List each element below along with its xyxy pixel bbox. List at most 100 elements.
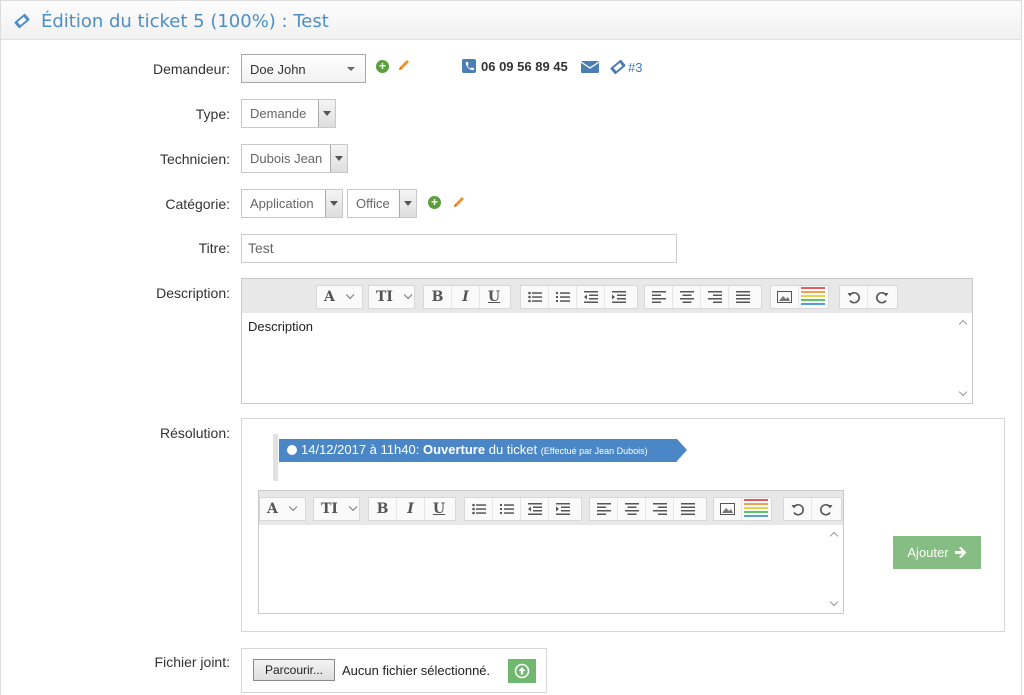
bold-button[interactable]: B bbox=[369, 498, 397, 520]
font-family-dropdown[interactable]: A bbox=[259, 497, 306, 521]
align-left-button[interactable] bbox=[590, 498, 618, 520]
upload-button[interactable] bbox=[508, 659, 536, 683]
add-categorie-button[interactable]: + bbox=[428, 196, 441, 209]
scroll-down-icon bbox=[958, 387, 968, 397]
add-demandeur-button[interactable]: + bbox=[376, 60, 389, 73]
undo-button[interactable] bbox=[784, 498, 812, 520]
italic-button[interactable]: I bbox=[397, 498, 425, 520]
bold-button[interactable]: B bbox=[424, 286, 452, 308]
chevron-down-icon bbox=[403, 290, 413, 300]
indent-icon bbox=[556, 503, 570, 515]
insert-image-button[interactable] bbox=[771, 286, 799, 308]
outdent-button[interactable] bbox=[577, 286, 605, 308]
font-family-dropdown[interactable]: A bbox=[316, 285, 363, 309]
chevron-down-icon bbox=[348, 502, 358, 512]
align-justify-icon bbox=[681, 503, 695, 515]
resolution-editor[interactable]: A TI B I U bbox=[258, 490, 844, 614]
categorie-select[interactable]: Application bbox=[241, 189, 343, 218]
edit-categorie-button[interactable] bbox=[452, 195, 466, 212]
align-right-button[interactable] bbox=[701, 286, 729, 308]
align-group bbox=[589, 497, 707, 521]
image-icon bbox=[777, 291, 792, 303]
label-type: Type: bbox=[195, 106, 230, 122]
history-group bbox=[783, 497, 842, 521]
file-status-text: Aucun fichier sélectionné. bbox=[342, 663, 491, 678]
upload-icon bbox=[514, 663, 530, 679]
font-icon: A bbox=[267, 501, 278, 517]
chevron-down-icon bbox=[347, 67, 355, 71]
description-text[interactable]: Description bbox=[242, 313, 956, 403]
technicien-select[interactable]: Dubois Jean bbox=[241, 144, 348, 173]
chevron-down-icon bbox=[399, 190, 416, 217]
event-action: Ouverture bbox=[422, 442, 486, 457]
font-size-icon: TI bbox=[376, 289, 393, 305]
ticket-icon bbox=[13, 13, 31, 32]
list-numbered-icon bbox=[499, 504, 514, 514]
align-right-button[interactable] bbox=[646, 498, 674, 520]
underline-button[interactable]: U bbox=[480, 286, 508, 308]
resolution-text[interactable] bbox=[259, 525, 827, 613]
align-justify-button[interactable] bbox=[729, 286, 757, 308]
list-numbered-button[interactable] bbox=[549, 286, 577, 308]
color-palette-icon bbox=[801, 287, 825, 305]
timeline-line bbox=[273, 434, 278, 481]
timeline-event: 14/12/2017 à 11h40: Ouverture du ticket … bbox=[279, 439, 687, 462]
underline-button[interactable]: U bbox=[425, 498, 453, 520]
text-color-button[interactable] bbox=[742, 498, 770, 520]
browse-file-button[interactable]: Parcourir... bbox=[253, 659, 335, 681]
demandeur-tickets-link[interactable]: #3 bbox=[628, 60, 642, 75]
list-numbered-button[interactable] bbox=[493, 498, 521, 520]
align-right-icon bbox=[707, 291, 722, 303]
demandeur-value: Doe John bbox=[250, 62, 306, 77]
redo-button[interactable] bbox=[868, 286, 896, 308]
color-palette-icon bbox=[744, 499, 768, 517]
description-scrollbar[interactable] bbox=[956, 313, 972, 403]
add-resolution-button[interactable]: Ajouter bbox=[893, 536, 981, 569]
align-center-button[interactable] bbox=[673, 286, 701, 308]
undo-button[interactable] bbox=[840, 286, 868, 308]
indent-button[interactable] bbox=[605, 286, 633, 308]
event-author: (Effectué par Jean Dubois) bbox=[540, 446, 648, 456]
text-color-button[interactable] bbox=[799, 286, 827, 308]
list-bullet-button[interactable] bbox=[465, 498, 493, 520]
subcategorie-select[interactable]: Office bbox=[347, 189, 417, 218]
subcategorie-value: Office bbox=[356, 196, 390, 211]
align-center-icon bbox=[679, 291, 694, 303]
indent-button[interactable] bbox=[549, 498, 577, 520]
demandeur-select[interactable]: Doe John bbox=[241, 54, 366, 83]
type-select[interactable]: Demande bbox=[241, 99, 336, 128]
titre-input[interactable]: Test bbox=[241, 234, 677, 263]
circle-icon bbox=[287, 445, 297, 455]
chevron-down-icon bbox=[318, 100, 335, 127]
align-center-button[interactable] bbox=[618, 498, 646, 520]
align-left-icon bbox=[596, 503, 611, 515]
pencil-icon bbox=[454, 197, 464, 207]
chevron-down-icon bbox=[288, 502, 298, 512]
list-group bbox=[520, 285, 638, 309]
list-group bbox=[464, 497, 582, 521]
chevron-down-icon bbox=[325, 190, 342, 217]
align-left-button[interactable] bbox=[645, 286, 673, 308]
scroll-up-icon bbox=[958, 319, 968, 329]
redo-icon bbox=[875, 291, 888, 304]
list-bullet-button[interactable] bbox=[521, 286, 549, 308]
italic-button[interactable]: I bbox=[452, 286, 480, 308]
font-size-dropdown[interactable]: TI bbox=[368, 285, 415, 309]
plus-circle-icon: + bbox=[428, 196, 441, 209]
undo-icon bbox=[847, 291, 860, 304]
outdent-icon bbox=[527, 503, 542, 515]
description-editor[interactable]: A TI B I U Description bbox=[241, 278, 973, 404]
align-justify-button[interactable] bbox=[674, 498, 702, 520]
categorie-value: Application bbox=[250, 196, 314, 211]
mail-icon[interactable] bbox=[580, 61, 600, 76]
font-size-dropdown[interactable]: TI bbox=[313, 497, 360, 521]
resolution-toolbar: A TI B I U bbox=[259, 491, 843, 525]
redo-button[interactable] bbox=[812, 498, 840, 520]
edit-demandeur-button[interactable] bbox=[397, 58, 411, 75]
arrow-right-icon bbox=[954, 547, 967, 558]
outdent-button[interactable] bbox=[521, 498, 549, 520]
resolution-scrollbar[interactable] bbox=[827, 525, 843, 613]
type-value: Demande bbox=[250, 106, 307, 121]
align-left-icon bbox=[651, 291, 666, 303]
insert-image-button[interactable] bbox=[714, 498, 742, 520]
